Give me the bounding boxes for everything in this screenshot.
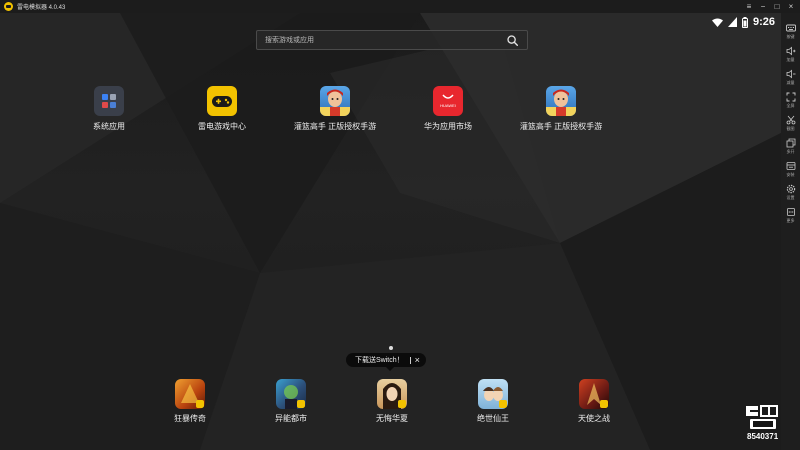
volume-up-icon — [786, 46, 795, 56]
status-bar: 9:26 — [711, 15, 775, 29]
app-system-apps[interactable]: 系统应用 — [54, 86, 164, 136]
right-toolbar: 按键 加量 减量 全屏 截图 多开 安装 设置 更多 — [781, 13, 800, 450]
download-badge — [196, 400, 204, 408]
toolbar-volume-up-button[interactable]: 加量 — [781, 46, 800, 68]
gamepad-icon — [207, 86, 237, 116]
game-icon — [175, 379, 205, 409]
app-label: 灌篮高手 正版授权手游 — [519, 122, 603, 131]
scissors-icon — [786, 115, 795, 125]
toolbar-label: 安装 — [786, 172, 795, 177]
huawei-appgallery-icon: HUAWEI — [433, 86, 463, 116]
more-icon — [786, 208, 795, 216]
promo-tooltip-text: 下载送Switch！ — [355, 357, 404, 364]
room-number: 8540371 — [747, 432, 779, 441]
dock-app-yineng-dushi[interactable]: 异能都市 — [256, 379, 326, 424]
title-bar: 雷电模拟器 4.0.43 ≡ − □ × — [0, 0, 800, 13]
download-badge — [600, 400, 608, 408]
signal-icon — [727, 17, 737, 27]
close-icon[interactable]: × — [415, 355, 420, 365]
toolbar-volume-down-button[interactable]: 减量 — [781, 69, 800, 91]
volume-down-icon — [786, 69, 795, 79]
dock-app-label: 狂暴传奇 — [174, 414, 206, 423]
toolbar-install-button[interactable]: 安装 — [781, 161, 800, 183]
wifi-icon — [711, 18, 723, 27]
game-icon — [276, 379, 306, 409]
toolbar-label: 更多 — [786, 218, 795, 223]
divider — [409, 356, 411, 364]
dock-app-label: 天使之战 — [578, 414, 610, 423]
download-badge — [499, 400, 507, 408]
window-title: 雷电模拟器 4.0.43 — [17, 5, 66, 11]
douyu-logo-icon — [746, 405, 778, 429]
game-icon — [478, 379, 508, 409]
minimize-button[interactable]: − — [758, 2, 768, 12]
close-button[interactable]: × — [786, 2, 796, 12]
search-input[interactable] — [257, 31, 503, 49]
battery-icon — [741, 16, 748, 28]
slam-dunk-icon — [320, 86, 350, 116]
download-badge — [398, 400, 406, 408]
toolbar-fullscreen-button[interactable]: 全屏 — [781, 92, 800, 114]
fullscreen-icon — [786, 92, 795, 102]
maximize-button[interactable]: □ — [772, 2, 782, 12]
keyboard-icon — [785, 24, 796, 32]
app-slam-dunk[interactable]: 灌篮高手 正版授权手游 — [280, 86, 390, 136]
toolbar-keyboard-button[interactable]: 按键 — [781, 23, 800, 45]
download-badge — [297, 400, 305, 408]
search-bar[interactable] — [256, 30, 528, 50]
promo-tooltip[interactable]: 下载送Switch！ × — [346, 353, 426, 371]
toolbar-label: 截图 — [786, 126, 795, 131]
dock-app-tianshi-zhizhan[interactable]: 天使之战 — [559, 379, 629, 424]
toolbar-label: 多开 — [786, 149, 795, 154]
toolbar-label: 按键 — [786, 34, 795, 39]
toolbar-label: 减量 — [786, 80, 795, 85]
app-label: 华为应用市场 — [424, 122, 472, 131]
search-icon[interactable] — [503, 31, 521, 49]
dock-app-label: 无悔华夏 — [376, 414, 408, 423]
toolbar-label: 全屏 — [786, 103, 795, 108]
window-controls: ≡ − □ × — [744, 0, 796, 13]
clock: 9:26 — [752, 16, 775, 28]
toolbar-screenshot-button[interactable]: 截图 — [781, 115, 800, 137]
gear-icon — [786, 184, 795, 194]
dock-app-kuangbao-chuanqi[interactable]: 狂暴传奇 — [155, 379, 225, 424]
app-slam-dunk-2[interactable]: 灌篮高手 正版授权手游 — [506, 86, 616, 136]
game-icon — [579, 379, 609, 409]
toolbar-more-button[interactable]: 更多 — [781, 207, 800, 229]
toolbar-multi-instance-button[interactable]: 多开 — [781, 138, 800, 160]
toolbar-label: 加量 — [786, 57, 795, 62]
dock-app-label: 异能都市 — [275, 414, 307, 423]
app-label: 灌篮高手 正版授权手游 — [293, 122, 377, 131]
app-huawei-appgallery[interactable]: HUAWEI 华为应用市场 — [393, 86, 503, 136]
dock-app-wuhui-huaxia[interactable]: 无悔华夏 — [357, 379, 427, 424]
multi-window-icon — [786, 138, 795, 148]
app-label: 系统应用 — [93, 122, 125, 131]
emulator-screen[interactable]: 9:26 系统应用 雷电游戏 — [0, 13, 781, 450]
page-indicator — [389, 346, 393, 350]
dock-app-jueshi-xianwang[interactable]: 绝世仙王 — [458, 379, 528, 424]
game-icon — [377, 379, 407, 409]
huawei-logo-text: HUAWEI — [440, 103, 456, 108]
folder-icon — [94, 86, 124, 116]
app-leidian-game-center[interactable]: 雷电游戏中心 — [167, 86, 277, 136]
app-logo-icon — [4, 2, 13, 11]
toolbar-label: 设置 — [786, 195, 795, 200]
douyu-watermark: 8540371 — [744, 404, 781, 450]
apk-install-icon — [786, 162, 795, 170]
slam-dunk-icon — [546, 86, 576, 116]
app-label: 雷电游戏中心 — [198, 122, 246, 131]
menu-button[interactable]: ≡ — [744, 2, 754, 12]
toolbar-settings-button[interactable]: 设置 — [781, 184, 800, 206]
dock-app-label: 绝世仙王 — [477, 414, 509, 423]
